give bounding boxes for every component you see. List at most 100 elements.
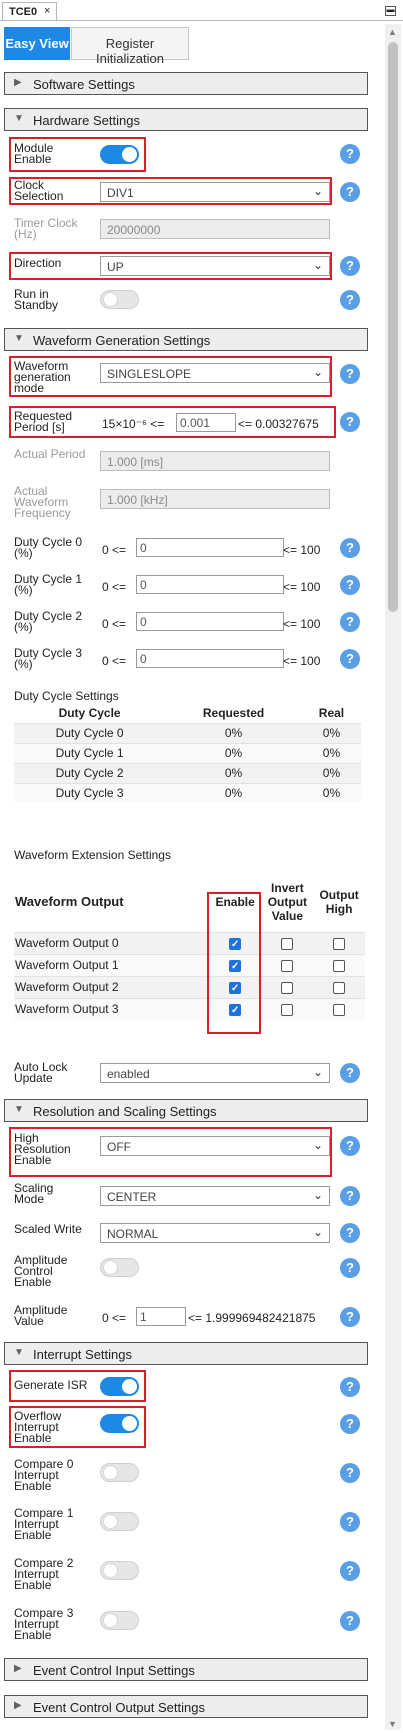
chevron-down-icon: ⌄: [312, 1138, 323, 1152]
waveform-output-table: Waveform Output Enable Invert Output Val…: [14, 872, 365, 1020]
amplitude-value-label: Amplitude Value: [14, 1303, 68, 1328]
auto-lock-update-label: Auto Lock Update: [14, 1060, 68, 1085]
toggle-knob: [122, 1379, 137, 1394]
output-high-checkbox[interactable]: [333, 1004, 346, 1017]
scrollbar-thumb[interactable]: [388, 42, 398, 612]
help-icon[interactable]: ?: [340, 612, 360, 632]
tab-easy-view[interactable]: Easy View: [4, 27, 70, 60]
panel-tab[interactable]: TCE0 ×: [2, 2, 57, 21]
compare-2-interrupt-toggle[interactable]: [100, 1561, 139, 1580]
compare-3-interrupt-toggle[interactable]: [100, 1611, 139, 1630]
compare-0-interrupt-toggle[interactable]: [100, 1463, 139, 1482]
timer-clock-label: Timer Clock (Hz): [14, 216, 78, 241]
help-icon[interactable]: ?: [340, 1063, 360, 1083]
help-icon[interactable]: ?: [340, 256, 360, 276]
run-in-standby-label: Run in Standby: [14, 287, 59, 312]
invert-checkbox[interactable]: [281, 1004, 294, 1017]
duty-cycle-3-input[interactable]: 0: [136, 649, 284, 668]
scroll-down-arrow-icon[interactable]: ▼: [388, 1719, 397, 1729]
waveform-mode-dropdown[interactable]: SINGLESLOPE ⌄: [100, 363, 330, 383]
help-icon[interactable]: ?: [340, 1414, 360, 1434]
table-header-row: Waveform Output Enable Invert Output Val…: [14, 872, 365, 932]
help-icon[interactable]: ?: [340, 1611, 360, 1631]
tab-register-initialization[interactable]: Register Initialization: [71, 27, 189, 66]
duty-cycle-0-label: Duty Cycle 0 (%): [14, 535, 83, 560]
section-event-control-input-settings[interactable]: ▶ Event Control Input Settings: [4, 1658, 368, 1681]
duty-cycle-1-label: Duty Cycle 1 (%): [14, 572, 83, 597]
help-icon[interactable]: ?: [340, 182, 360, 202]
section-software-settings[interactable]: ▶ Software Settings: [4, 72, 368, 95]
high-resolution-dropdown[interactable]: OFF ⌄: [100, 1136, 330, 1156]
help-icon[interactable]: ?: [340, 538, 360, 558]
help-icon[interactable]: ?: [340, 1136, 360, 1156]
invert-checkbox[interactable]: [281, 959, 294, 972]
output-high-checkbox[interactable]: [333, 959, 346, 972]
panel-title: TCE0: [9, 6, 38, 18]
scaling-mode-dropdown[interactable]: CENTER ⌄: [100, 1186, 330, 1206]
help-icon[interactable]: ?: [340, 364, 360, 384]
run-in-standby-toggle[interactable]: [100, 290, 139, 309]
highlight-box: [207, 892, 261, 1034]
auto-lock-update-dropdown[interactable]: enabled ⌄: [100, 1063, 330, 1083]
section-event-control-output-settings[interactable]: ▶ Event Control Output Settings: [4, 1695, 368, 1718]
generate-isr-toggle[interactable]: [100, 1377, 139, 1396]
compare-2-interrupt-label: Compare 2 Interrupt Enable: [14, 1556, 74, 1592]
chevron-down-icon: ⌄: [312, 1225, 323, 1239]
duty-cycle-1-min: 0 <=: [102, 580, 127, 594]
help-icon[interactable]: ?: [340, 1463, 360, 1483]
section-title: Software Settings: [33, 77, 135, 92]
column-header: Requested: [165, 703, 302, 723]
requested-period-label: Requested Period [s]: [14, 409, 73, 434]
amplitude-control-label: Amplitude Control Enable: [14, 1253, 68, 1289]
help-icon[interactable]: ?: [340, 1561, 360, 1581]
amplitude-control-toggle[interactable]: [100, 1258, 139, 1277]
overflow-interrupt-toggle[interactable]: [100, 1414, 139, 1433]
help-icon[interactable]: ?: [340, 1258, 360, 1278]
help-icon[interactable]: ?: [340, 1377, 360, 1397]
dropdown-value: NORMAL: [107, 1227, 159, 1241]
help-icon[interactable]: ?: [340, 144, 360, 164]
collapse-arrow-icon: ▼: [14, 1347, 24, 1358]
requested-period-input[interactable]: 0.001: [176, 413, 236, 432]
close-icon[interactable]: ×: [44, 5, 50, 17]
toggle-knob: [103, 1563, 118, 1578]
clock-selection-dropdown[interactable]: DIV1 ⌄: [100, 182, 330, 202]
section-interrupt-settings[interactable]: ▼ Interrupt Settings: [4, 1342, 368, 1365]
help-icon[interactable]: ?: [340, 1307, 360, 1327]
collapse-arrow-icon: ▼: [14, 1104, 24, 1115]
direction-dropdown[interactable]: UP ⌄: [100, 256, 330, 276]
section-resolution-scaling-settings[interactable]: ▼ Resolution and Scaling Settings: [4, 1099, 368, 1122]
table-row: Duty Cycle 2 0% 0%: [14, 762, 361, 783]
help-icon[interactable]: ?: [340, 1223, 360, 1243]
invert-checkbox[interactable]: [281, 981, 294, 994]
scaled-write-dropdown[interactable]: NORMAL ⌄: [100, 1223, 330, 1243]
minimize-icon[interactable]: ▬: [385, 6, 396, 16]
output-high-checkbox[interactable]: [333, 937, 346, 950]
help-icon[interactable]: ?: [340, 1186, 360, 1206]
module-enable-toggle[interactable]: [100, 145, 139, 164]
table-cell: Duty Cycle 0: [14, 722, 166, 743]
section-hardware-settings[interactable]: ▼ Hardware Settings: [4, 108, 368, 131]
toggle-knob: [103, 1465, 118, 1480]
scroll-up-arrow-icon[interactable]: ▲: [388, 27, 397, 37]
toggle-knob: [103, 1613, 118, 1628]
actual-period-label: Actual Period: [14, 447, 86, 461]
duty-cycle-1-input[interactable]: 0: [136, 575, 284, 594]
help-icon[interactable]: ?: [340, 290, 360, 310]
help-icon[interactable]: ?: [340, 1512, 360, 1532]
scaled-write-label: Scaled Write: [14, 1222, 82, 1236]
amplitude-value-input[interactable]: 1: [136, 1307, 186, 1326]
duty-cycle-0-input[interactable]: 0: [136, 538, 284, 557]
invert-checkbox[interactable]: [281, 937, 294, 950]
help-icon[interactable]: ?: [340, 649, 360, 669]
output-high-checkbox[interactable]: [333, 981, 346, 994]
compare-1-interrupt-toggle[interactable]: [100, 1512, 139, 1531]
help-icon[interactable]: ?: [340, 575, 360, 595]
duty-cycle-2-input[interactable]: 0: [136, 612, 284, 631]
dropdown-value: CENTER: [107, 1190, 157, 1204]
actual-period-field: 1.000 [ms]: [100, 451, 330, 471]
section-waveform-generation-settings[interactable]: ▼ Waveform Generation Settings: [4, 328, 368, 351]
table-cell: Duty Cycle 3: [14, 782, 166, 803]
chevron-down-icon: ⌄: [312, 184, 323, 198]
help-icon[interactable]: ?: [340, 412, 360, 432]
